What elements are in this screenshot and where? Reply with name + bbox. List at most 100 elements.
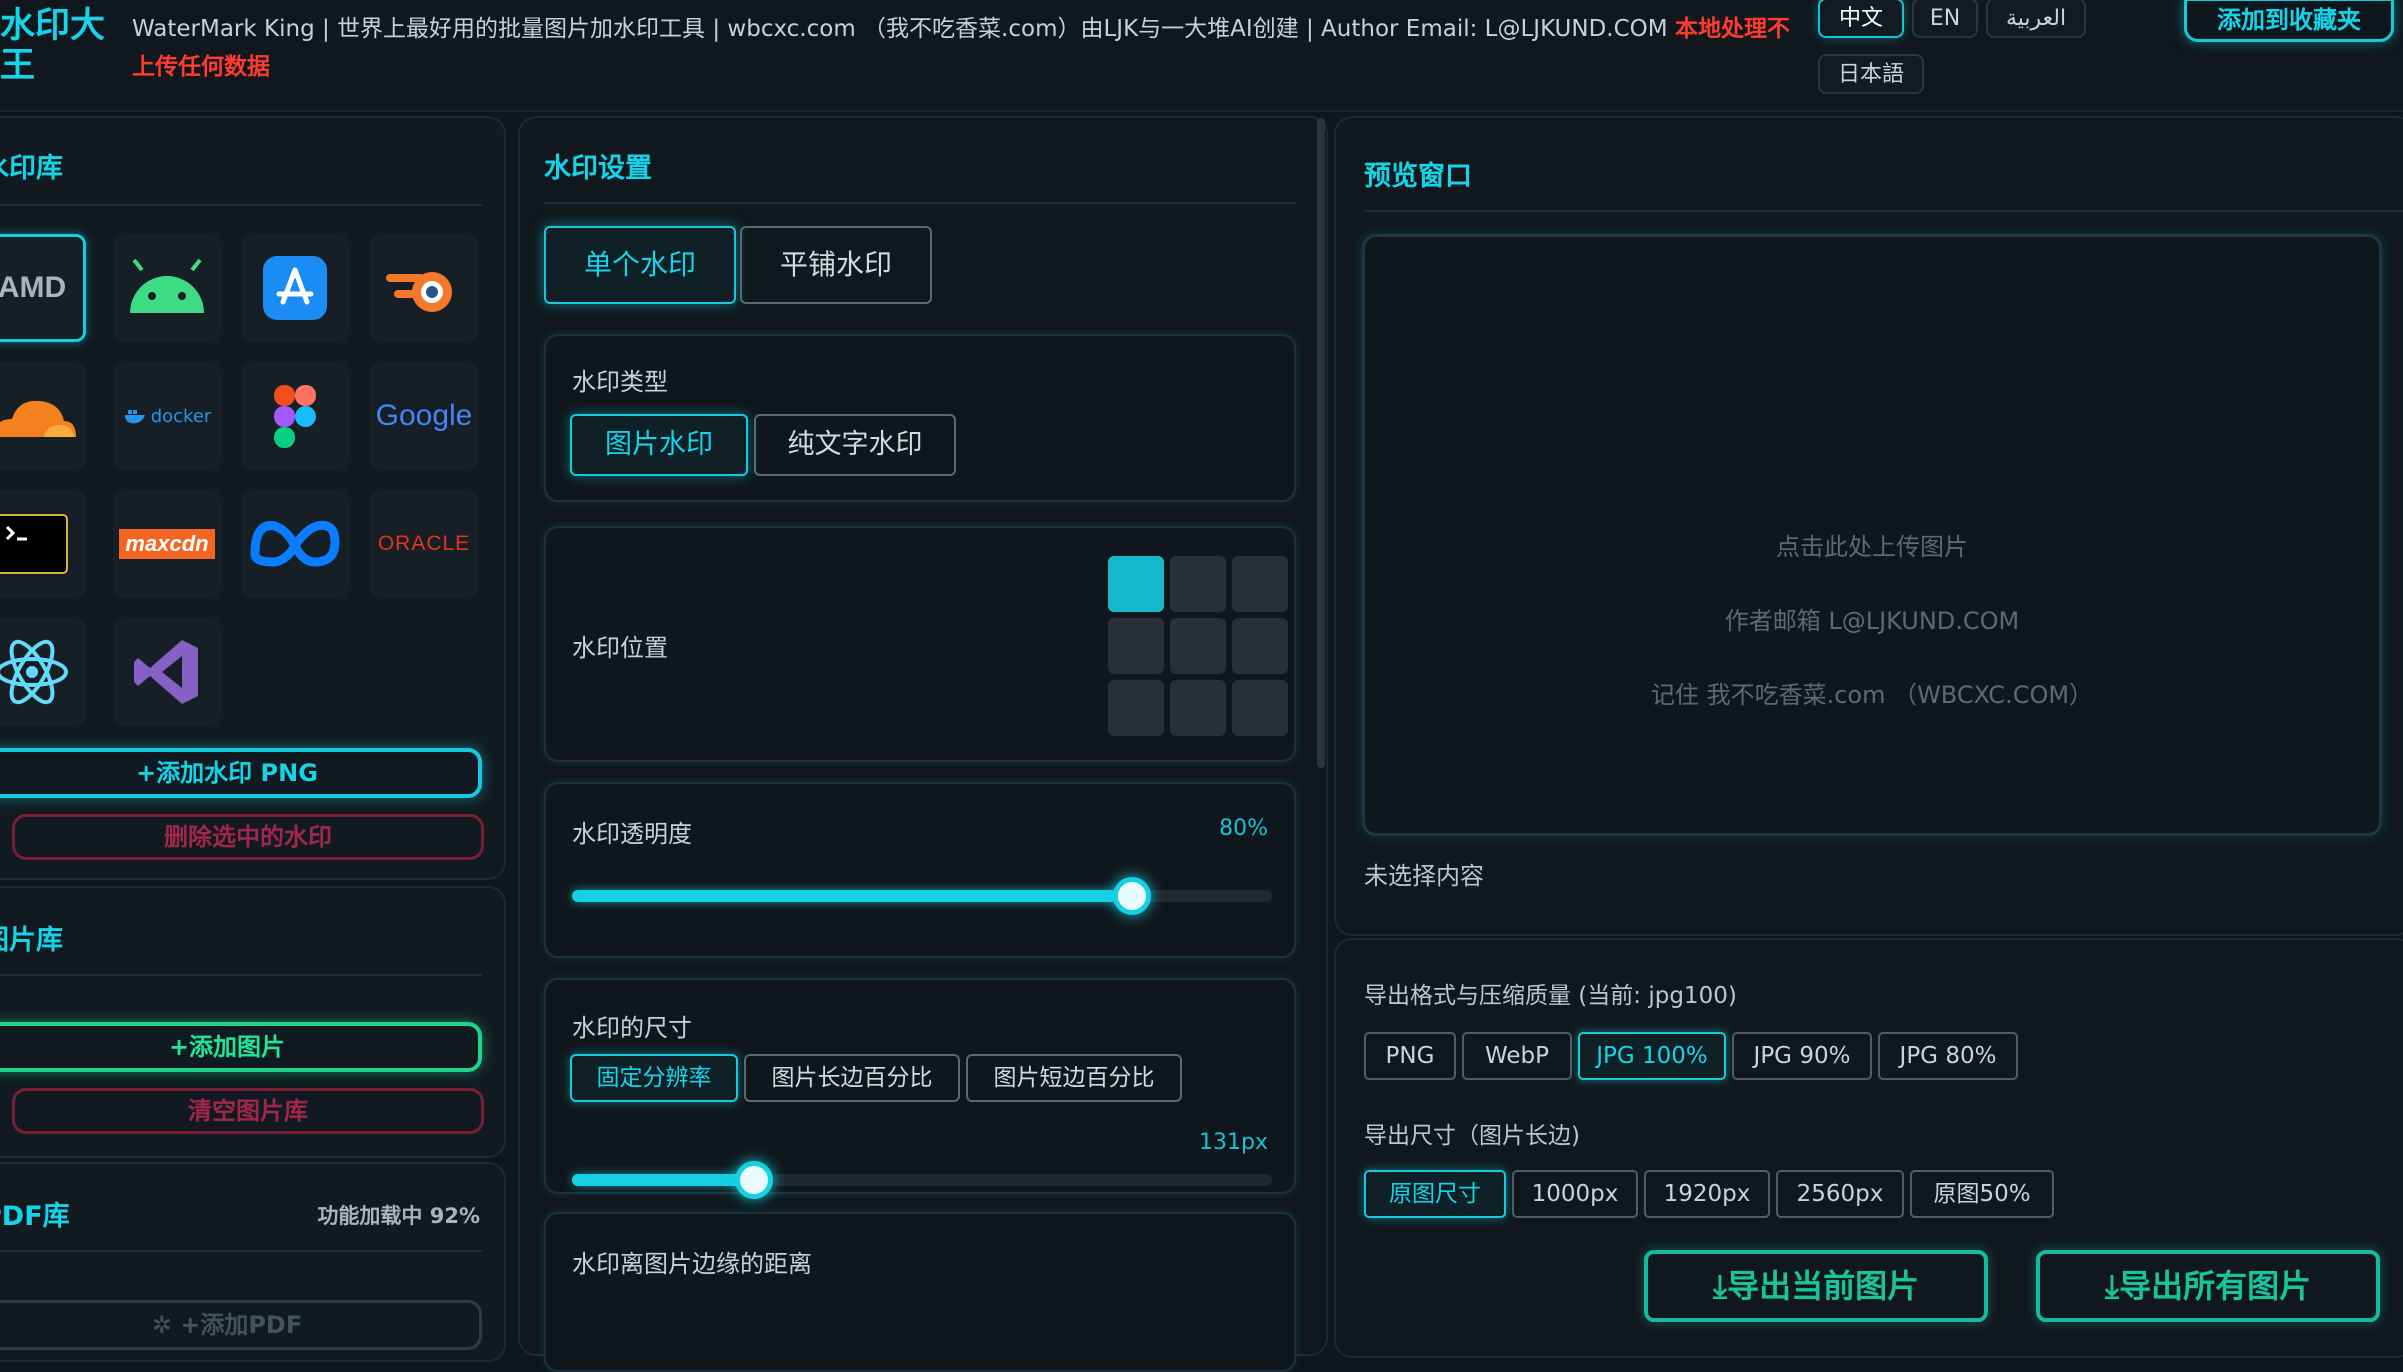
header-intro: WaterMark King | 世界上最好用的批量图片加水印工具 | wbcx… — [132, 10, 1812, 86]
lang-button-ar[interactable]: العربية — [1986, 0, 2086, 38]
image-library-title: 图片库 — [0, 925, 63, 956]
settings-title: 水印设置 — [544, 153, 652, 184]
oracle-icon[interactable]: ORACLE — [370, 490, 478, 598]
meta-icon[interactable] — [241, 490, 349, 598]
format-jpg80-option[interactable]: JPG 80% — [1878, 1032, 2018, 1080]
upload-hint: 点击此处上传图片 — [1776, 533, 1968, 561]
site-hint: 记住 我不吃香菜.com （WBCXC.COM） — [1650, 681, 2094, 709]
google-logo-text: Google — [375, 399, 473, 432]
maxcdn-logo-text: maxcdn — [119, 529, 215, 559]
download-icon: ⤓ — [2104, 1267, 2120, 1305]
size-value: 131px — [1199, 1130, 1268, 1155]
watermark-opacity-card: 水印透明度 80% — [544, 782, 1296, 958]
size-option-short-edge[interactable]: 图片短边百分比 — [966, 1054, 1182, 1102]
position-middle-right[interactable] — [1232, 618, 1288, 674]
opacity-slider-handle[interactable] — [1113, 877, 1151, 915]
terminal-icon[interactable] — [0, 490, 86, 598]
export-panel: 导出格式与压缩质量 (当前: jpg100) PNG WebP JPG 100%… — [1334, 938, 2403, 1358]
export-size-label: 导出尺寸（图片长边) — [1364, 1123, 1580, 1149]
google-icon[interactable]: Google — [370, 362, 478, 470]
watermark-settings-panel: 水印设置 单个水印 平铺水印 水印类型 图片水印 纯文字水印 水印位置 水印透明… — [518, 116, 1328, 1372]
figma-icon[interactable] — [241, 362, 349, 470]
watermark-position-card: 水印位置 — [544, 526, 1296, 762]
size-1000-option[interactable]: 1000px — [1512, 1170, 1638, 1218]
position-bottom-left[interactable] — [1108, 680, 1164, 736]
oracle-logo-text: ORACLE — [377, 532, 471, 555]
app-header: 水印大王 WaterMark King | 世界上最好用的批量图片加水印工具 |… — [0, 0, 2403, 112]
pdf-loading-status: 功能加载中 92% — [317, 1204, 480, 1228]
position-bottom-center[interactable] — [1170, 680, 1226, 736]
lang-button-en[interactable]: EN — [1912, 0, 1978, 38]
pdf-library-panel: PDF库 功能加载中 92% ✲ +添加PDF — [0, 1162, 506, 1362]
format-jpg100-option[interactable]: JPG 100% — [1578, 1032, 1726, 1080]
add-image-button[interactable]: +添加图片 — [0, 1022, 482, 1072]
export-current-label: 导出当前图片 — [1727, 1267, 1920, 1305]
preview-status: 未选择内容 — [1364, 862, 1484, 890]
watermark-library-panel: 水印库 AMD docker Google maxcdn ORACLE — [0, 116, 506, 880]
app-store-icon[interactable] — [241, 234, 349, 342]
add-pdf-button[interactable]: ✲ +添加PDF — [0, 1300, 482, 1350]
watermark-position-label: 水印位置 — [572, 634, 668, 662]
opacity-slider-track[interactable] — [572, 890, 1272, 902]
size-slider-fill — [572, 1174, 754, 1186]
pdf-library-title: PDF库 — [0, 1201, 70, 1232]
docker-icon[interactable]: docker — [113, 362, 221, 470]
opacity-value: 80% — [1219, 816, 1268, 841]
size-slider-track[interactable] — [572, 1174, 1272, 1186]
docker-logo-text: docker — [150, 405, 212, 427]
amd-logo-icon[interactable]: AMD — [0, 234, 86, 342]
android-icon[interactable] — [113, 234, 221, 342]
position-top-left[interactable] — [1108, 556, 1164, 612]
upload-dropzone[interactable]: 点击此处上传图片 作者邮箱 L@LJKUND.COM 记住 我不吃香菜.com … — [1362, 234, 2382, 836]
tab-tiled-watermark[interactable]: 平铺水印 — [740, 226, 932, 304]
position-top-right[interactable] — [1232, 556, 1288, 612]
lang-button-ja[interactable]: 日本語 — [1818, 54, 1924, 94]
size-option-long-edge[interactable]: 图片长边百分比 — [744, 1054, 960, 1102]
size-1920-option[interactable]: 1920px — [1644, 1170, 1770, 1218]
watermark-margin-card: 水印离图片边缘的距离 — [544, 1212, 1296, 1372]
react-icon[interactable] — [0, 618, 86, 726]
watermark-library-title: 水印库 — [0, 153, 63, 184]
blender-icon[interactable] — [370, 234, 478, 342]
add-favorite-button[interactable]: 添加到收藏夹 — [2184, 0, 2394, 42]
export-current-button[interactable]: ⤓导出当前图片 — [1644, 1250, 1988, 1322]
maxcdn-icon[interactable]: maxcdn — [113, 490, 221, 598]
lang-button-zh[interactable]: 中文 — [1818, 0, 1904, 38]
format-webp-option[interactable]: WebP — [1462, 1032, 1572, 1080]
watermark-size-card: 水印的尺寸 固定分辨率 图片长边百分比 图片短边百分比 131px — [544, 978, 1296, 1199]
author-email-hint: 作者邮箱 L@LJKUND.COM — [1724, 607, 2020, 635]
clear-image-library-button[interactable]: 清空图片库 — [12, 1088, 484, 1134]
size-half-option[interactable]: 原图50% — [1910, 1170, 2054, 1218]
position-bottom-right[interactable] — [1232, 680, 1288, 736]
image-watermark-option[interactable]: 图片水印 — [570, 414, 748, 476]
preview-title: 预览窗口 — [1364, 161, 1472, 192]
tab-single-watermark[interactable]: 单个水印 — [544, 226, 736, 304]
export-all-button[interactable]: ⤓导出所有图片 — [2036, 1250, 2380, 1322]
size-slider-handle[interactable] — [735, 1161, 773, 1199]
visual-studio-icon[interactable] — [113, 618, 221, 726]
amd-logo-text: AMD — [0, 271, 67, 304]
size-label: 水印的尺寸 — [572, 1014, 692, 1042]
position-middle-left[interactable] — [1108, 618, 1164, 674]
cloudflare-icon[interactable] — [0, 362, 86, 470]
add-watermark-button[interactable]: +添加水印 PNG — [0, 748, 482, 798]
image-library-panel: 图片库 +添加图片 清空图片库 — [0, 886, 506, 1158]
size-original-option[interactable]: 原图尺寸 — [1364, 1170, 1506, 1218]
format-png-option[interactable]: PNG — [1364, 1032, 1456, 1080]
position-top-center[interactable] — [1170, 556, 1226, 612]
size-option-fixed[interactable]: 固定分辨率 — [570, 1054, 738, 1102]
opacity-slider-fill — [572, 890, 1132, 902]
position-center[interactable] — [1170, 618, 1226, 674]
export-all-label: 导出所有图片 — [2119, 1267, 2312, 1305]
app-logo: 水印大王 — [0, 6, 106, 86]
header-intro-text: WaterMark King | 世界上最好用的批量图片加水印工具 | wbcx… — [132, 16, 1675, 42]
text-watermark-option[interactable]: 纯文字水印 — [754, 414, 956, 476]
size-2560-option[interactable]: 2560px — [1776, 1170, 1904, 1218]
format-jpg90-option[interactable]: JPG 90% — [1732, 1032, 1872, 1080]
delete-watermark-button[interactable]: 删除选中的水印 — [12, 814, 484, 860]
settings-scrollbar[interactable] — [1317, 118, 1325, 768]
watermark-type-card: 水印类型 图片水印 纯文字水印 — [544, 334, 1296, 502]
watermark-type-label: 水印类型 — [572, 368, 668, 396]
opacity-label: 水印透明度 — [572, 820, 692, 848]
export-format-label: 导出格式与压缩质量 (当前: jpg100) — [1364, 983, 1737, 1009]
